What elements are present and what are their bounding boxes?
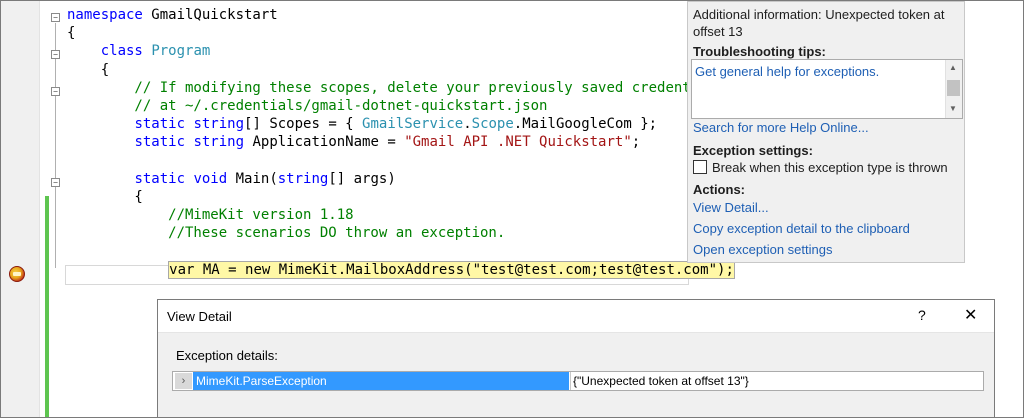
code-token: //These scenarios DO throw an exception. <box>67 225 506 242</box>
view-detail-link[interactable]: View Detail... <box>693 200 769 215</box>
collapse-class-icon[interactable]: − <box>51 50 60 59</box>
code-line[interactable] <box>67 152 735 170</box>
code-token: class <box>100 43 143 60</box>
code-token: static <box>134 170 186 187</box>
general-help-link[interactable]: Get general help for exceptions. <box>695 64 879 79</box>
code-token: GmailService <box>362 116 464 133</box>
code-token: .MailGoogleCom }; <box>513 116 658 133</box>
code-token: Scope <box>471 116 514 133</box>
view-detail-dialog: View Detail ? ✕ Exception details: › Mim… <box>157 299 995 417</box>
code-token: "Gmail API .NET Quickstart" <box>404 134 632 151</box>
scroll-thumb[interactable] <box>947 80 960 96</box>
code-token: void <box>193 170 228 187</box>
code-line[interactable]: static void Main(string[] args) <box>67 170 735 188</box>
break-when-thrown-checkbox[interactable] <box>693 160 707 174</box>
code-text[interactable]: namespace GmailQuickstart{ class Program… <box>67 6 735 279</box>
troubleshooting-tips-heading: Troubleshooting tips: <box>693 44 826 59</box>
outline-guide <box>55 23 56 268</box>
code-token: GmailQuickstart <box>142 7 278 23</box>
code-token: ; <box>631 134 641 151</box>
dialog-title: View Detail <box>167 309 232 324</box>
scroll-down-icon[interactable]: ▼ <box>949 104 957 113</box>
code-token: // If modifying these scopes, delete you… <box>67 79 725 96</box>
tips-scrollbar[interactable]: ▲ ▼ <box>945 60 962 118</box>
code-token: //MimeKit version 1.18 <box>67 207 354 224</box>
code-token: { <box>67 188 143 205</box>
code-line[interactable]: // If modifying these scopes, delete you… <box>67 79 735 97</box>
code-token: Program <box>151 43 211 60</box>
exception-details-grid[interactable]: › MimeKit.ParseException {"Unexpected to… <box>172 371 984 391</box>
exception-helper-panel: Additional information: Unexpected token… <box>687 1 965 263</box>
break-when-thrown-option[interactable]: Break when this exception type is thrown <box>693 160 948 175</box>
code-token: { <box>67 61 110 78</box>
copy-exception-detail-link[interactable]: Copy exception detail to the clipboard <box>693 221 910 236</box>
code-token: namespace <box>67 7 143 23</box>
code-line[interactable]: static string[] Scopes = { GmailService.… <box>67 115 735 133</box>
code-line[interactable]: //These scenarios DO throw an exception. <box>67 224 735 242</box>
change-indicator-bar <box>45 196 49 417</box>
scroll-up-icon[interactable]: ▲ <box>949 63 957 72</box>
code-token: [] Scopes = { <box>244 116 363 133</box>
code-token: [] args) <box>328 170 396 187</box>
code-line[interactable]: static string ApplicationName = "Gmail A… <box>67 133 735 151</box>
code-line[interactable]: var MA = new MimeKit.MailboxAddress("tes… <box>67 260 735 279</box>
code-token: static <box>134 116 186 133</box>
close-icon[interactable]: ✕ <box>964 305 977 325</box>
help-icon[interactable]: ? <box>918 307 926 323</box>
highlighted-statement: var MA = new MimeKit.MailboxAddress("tes… <box>168 260 735 279</box>
code-line[interactable]: { <box>67 24 735 42</box>
collapse-namespace-icon[interactable]: − <box>51 13 60 22</box>
exception-value-cell[interactable]: {"Unexpected token at offset 13"} <box>570 372 749 390</box>
exception-settings-heading: Exception settings: <box>693 143 813 158</box>
exception-type-cell[interactable]: MimeKit.ParseException <box>193 372 569 390</box>
collapse-comment-icon[interactable]: − <box>51 87 60 96</box>
code-token: string <box>277 170 329 187</box>
collapse-method-icon[interactable]: − <box>51 178 60 187</box>
code-line[interactable]: // at ~/.credentials/gmail-dotnet-quicks… <box>67 97 735 115</box>
exception-details-label: Exception details: <box>176 348 278 363</box>
open-exception-settings-link[interactable]: Open exception settings <box>693 242 832 257</box>
code-token: { <box>67 25 76 42</box>
troubleshooting-tips-list[interactable]: Get general help for exceptions. ▲ ▼ <box>691 59 963 119</box>
code-line[interactable]: namespace GmailQuickstart <box>67 6 735 24</box>
code-line[interactable]: //MimeKit version 1.18 <box>67 206 735 224</box>
search-help-online-link[interactable]: Search for more Help Online... <box>693 120 869 135</box>
code-line[interactable]: class Program <box>67 42 735 60</box>
code-line[interactable] <box>67 242 735 260</box>
editor-gutter[interactable] <box>1 1 40 417</box>
code-token: . <box>463 116 472 133</box>
code-token: string <box>193 116 245 133</box>
additional-information-text: Additional information: Unexpected token… <box>693 7 945 39</box>
code-token: string <box>193 134 245 151</box>
code-editor-window: − − − − namespace GmailQuickstart{ class… <box>0 0 1024 418</box>
code-token: ApplicationName = <box>244 134 405 151</box>
code-line[interactable]: { <box>67 61 735 79</box>
code-token: Main( <box>227 170 278 187</box>
expand-row-icon[interactable]: › <box>175 373 192 389</box>
exception-breakpoint-icon[interactable] <box>9 266 25 282</box>
code-token: static <box>134 134 186 151</box>
dialog-title-bar[interactable]: View Detail ? ✕ <box>158 300 994 333</box>
code-token: // at ~/.credentials/gmail-dotnet-quicks… <box>67 97 548 114</box>
break-when-thrown-label: Break when this exception type is thrown <box>712 160 948 175</box>
code-line[interactable]: { <box>67 188 735 206</box>
actions-heading: Actions: <box>693 182 745 197</box>
